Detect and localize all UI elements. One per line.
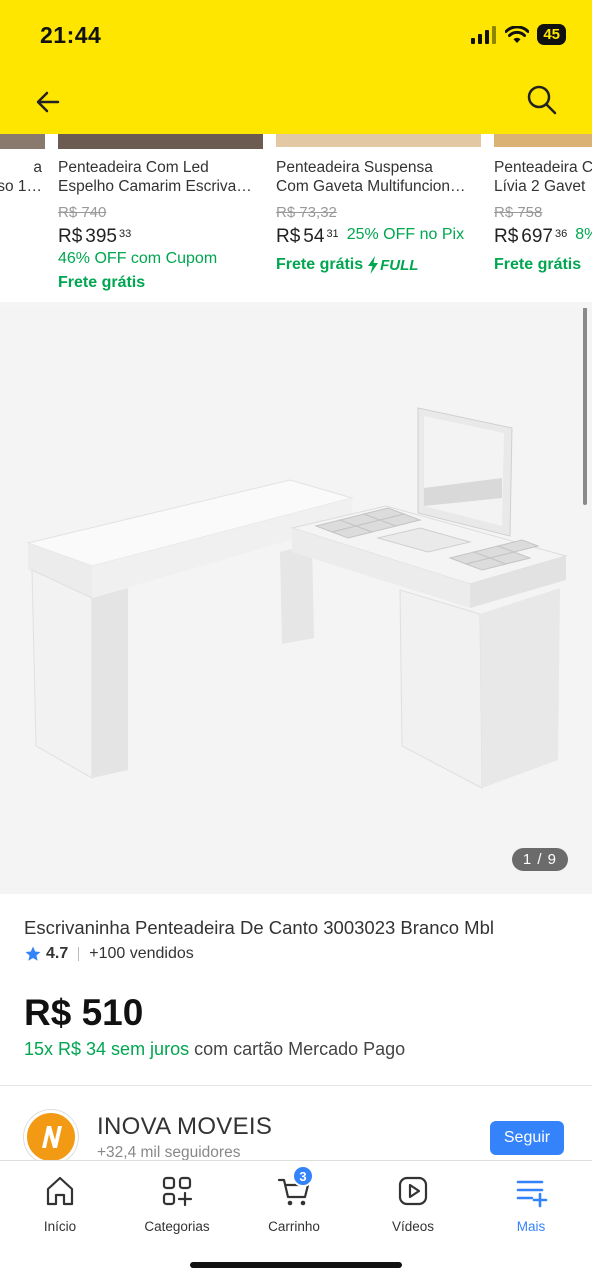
product-card[interactable]: Penteadeira C Lívia 2 Gavet R$ 758 R$ 69… [494,134,592,302]
card-title-line: Espelho Camarim Escriva… [58,178,252,195]
back-arrow-icon[interactable] [30,84,66,120]
card-title-line: Lívia 2 Gavet [494,178,586,195]
price-cents: 33 [119,228,132,240]
price-value: 395 [85,226,117,247]
image-counter: 1 / 9 [511,848,568,871]
product-card[interactable]: a so 1… [0,134,50,302]
more-icon [516,1180,548,1208]
cart-badge: 3 [292,1165,314,1187]
product-thumbnail [0,134,45,149]
card-title-line: Penteadeira Com Led [58,159,209,176]
product-thumbnail [276,134,481,147]
price-cents: 36 [555,228,568,240]
tab-label: Mais [516,1219,546,1234]
home-icon [46,1176,74,1206]
rating-row[interactable]: 4.7 +100 vendidos [24,945,194,963]
tab-categorias[interactable]: Categorias [127,1173,227,1239]
full-badge: FULL [367,256,418,274]
old-price: R$ 758 [494,204,543,221]
card-title-line: Penteadeira Suspensa [276,159,433,176]
cart-icon-wrapper: 3 [276,1165,314,1209]
price-value: 54 [303,226,325,247]
divider [0,1085,592,1086]
wifi-icon [505,25,530,43]
tab-label: Carrinho [268,1219,320,1234]
product-thumbnail [58,134,263,149]
coupon-discount: 46% OFF com Cupom [58,250,218,267]
product-title: Escrivaninha Penteadeira De Canto 300302… [24,917,494,938]
signal-icon [471,25,497,44]
seller-logo[interactable] [24,1110,78,1164]
card-title-line: Com Gaveta Multifuncion… [276,178,466,195]
product-photo [26,407,568,789]
tab-label: Vídeos [391,1219,435,1234]
old-price: R$ 73,32 [276,204,337,221]
seller-logo-mark [42,1126,62,1148]
pix-discount: 25% OFF no Pix [346,226,465,243]
seller-name[interactable]: INOVA MOVEIS [97,1113,272,1141]
card-price: R$ 54 31 25% OFF no Pix [276,226,464,248]
status-icons: 45 [471,24,566,45]
tab-videos[interactable]: Vídeos [363,1173,463,1239]
lightning-icon [368,256,379,274]
categories-icon [162,1176,193,1207]
product-card[interactable]: Penteadeira Suspensa Com Gaveta Multifun… [276,134,486,302]
installments-info: 15x R$ 34 sem juros com cartão Mercado P… [24,1039,405,1060]
rating-value: 4.7 [46,945,69,962]
product-image-gallery[interactable]: 1 / 9 [0,308,592,894]
card-title-line: a [33,159,42,176]
separator [78,947,80,961]
battery-indicator: 45 [537,24,566,45]
free-shipping-label: Frete grátis [276,256,364,273]
card-title-line: so 1… [0,178,42,195]
old-price: R$ 740 [58,204,107,221]
pix-discount: 8% [575,226,592,243]
card-price: R$ 395 33 [58,226,131,248]
tab-inicio[interactable]: Início [10,1173,110,1239]
price-currency: R$ [276,226,301,247]
search-icon[interactable] [524,82,560,118]
header: 21:44 45 [0,0,592,134]
related-products-carousel[interactable]: a so 1… Penteadeira Com Led Espelho Cama… [0,134,592,302]
full-label: FULL [380,256,419,274]
installments-terms: 15x R$ 34 sem juros [24,1039,190,1059]
installments-card: com cartão Mercado Pago [189,1039,406,1059]
product-card[interactable]: Penteadeira Com Led Espelho Camarim Escr… [58,134,268,302]
card-price: R$ 697 36 8% [494,226,592,248]
tab-mais[interactable]: Mais [481,1173,581,1239]
price-currency: R$ [494,226,519,247]
sold-count: +100 vendidos [89,945,194,962]
card-title-line: Penteadeira C [494,159,592,176]
home-indicator [190,1262,402,1268]
tab-label: Categorias [144,1219,210,1234]
status-bar: 21:44 45 [0,0,592,70]
status-time: 21:44 [40,22,102,48]
free-shipping-label: Frete grátis [58,274,146,291]
video-icon [398,1176,428,1206]
product-price: R$ 510 [24,992,144,1033]
price-cents: 31 [326,228,339,240]
free-shipping-label: Frete grátis [494,256,582,273]
price-value: 697 [521,226,553,247]
product-page: 21:44 45 a so 1… Penteadeira Com Led Esp… [0,0,592,1280]
tab-carrinho[interactable]: 3 Carrinho [244,1165,344,1239]
star-icon [25,946,41,961]
price-currency: R$ [58,226,83,247]
product-thumbnail [494,134,592,147]
tab-label: Início [43,1219,77,1234]
scrollbar[interactable] [583,308,587,505]
follow-button[interactable]: Seguir [490,1121,564,1155]
nav-bar [0,76,592,126]
